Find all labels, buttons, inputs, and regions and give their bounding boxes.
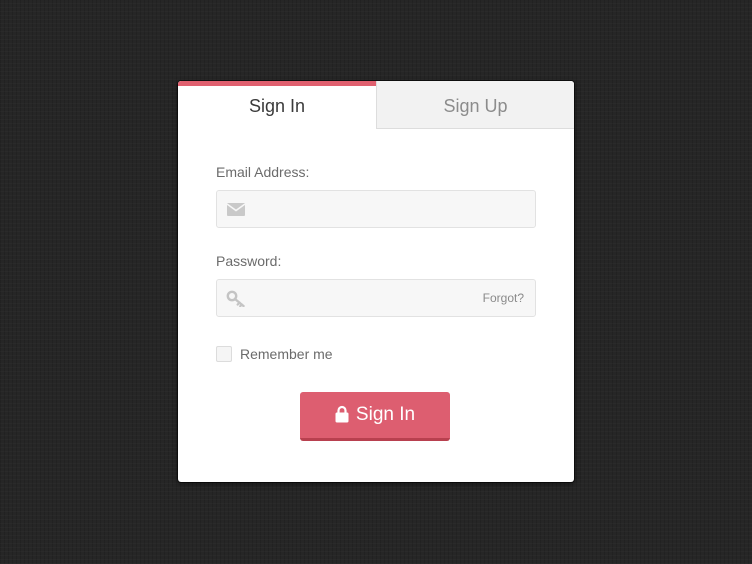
tab-sign-in-label: Sign In <box>248 96 306 116</box>
sign-in-button[interactable]: Sign In <box>300 392 450 441</box>
auth-card: Sign In Sign Up Email Address: Password:… <box>178 81 574 482</box>
lock-icon <box>335 405 349 423</box>
tab-sign-in[interactable]: Sign In <box>178 81 376 129</box>
sign-in-button-label: Sign In <box>355 404 416 425</box>
email-input[interactable] <box>257 191 529 227</box>
forgot-password-link[interactable]: Forgot? <box>483 291 524 305</box>
auth-tabs: Sign In Sign Up <box>178 81 574 129</box>
tab-sign-up-label: Sign Up <box>443 95 508 116</box>
password-label: Password: <box>216 253 282 269</box>
tab-sign-up[interactable]: Sign Up <box>376 81 574 129</box>
key-icon <box>226 290 245 307</box>
envelope-icon <box>226 203 246 216</box>
remember-me-label[interactable]: Remember me <box>240 346 333 362</box>
password-input[interactable] <box>257 280 477 316</box>
remember-me-checkbox[interactable] <box>216 346 232 362</box>
email-field-wrapper <box>216 190 536 228</box>
email-label: Email Address: <box>216 164 310 180</box>
remember-me-row: Remember me <box>216 345 333 363</box>
password-field-wrapper: Forgot? <box>216 279 536 317</box>
